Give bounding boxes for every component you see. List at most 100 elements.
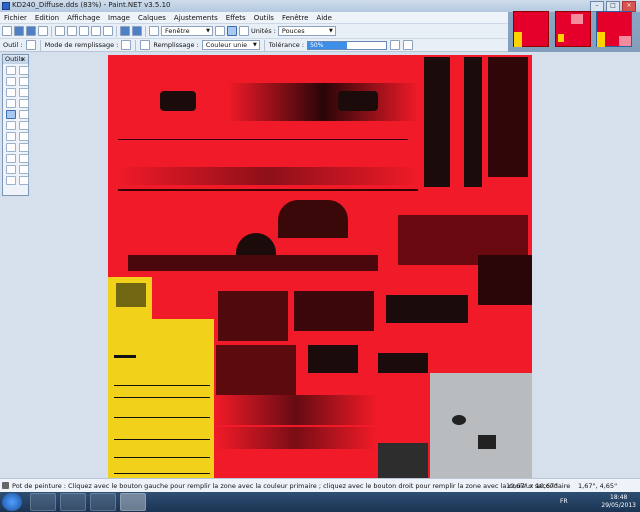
explorer-taskbar-button[interactable] xyxy=(30,493,56,511)
menu-calques[interactable]: Calques xyxy=(134,14,170,22)
rectangle-select-tool-icon[interactable] xyxy=(6,66,16,75)
new-file-icon[interactable] xyxy=(2,26,12,36)
zoom-in-icon[interactable] xyxy=(215,26,225,36)
blend-mode-icon[interactable] xyxy=(403,40,414,50)
texture-dark-strip xyxy=(128,255,378,271)
antialiasing-icon[interactable] xyxy=(390,40,401,50)
image-canvas[interactable] xyxy=(108,55,532,479)
main-toolbar: Fenêtre ▼ Unités : Pouces ▼ xyxy=(0,23,508,38)
menu-bar: Fichier Edition Affichage Image Calques … xyxy=(0,12,508,23)
ruler-icon[interactable] xyxy=(239,26,249,36)
start-button[interactable] xyxy=(2,493,22,511)
texture-line xyxy=(114,385,210,386)
toolbar-separator xyxy=(135,39,137,51)
taskbar: FR 18:48 29/05/2013 xyxy=(0,492,640,512)
texture-shadow-gradient xyxy=(216,427,376,449)
zoom-tool-icon[interactable] xyxy=(19,88,29,97)
texture-dark-slot xyxy=(338,91,378,111)
paintnet-taskbar-button[interactable] xyxy=(120,493,146,511)
move-selected-tool-icon[interactable] xyxy=(19,77,29,86)
ellipse-select-tool-icon[interactable] xyxy=(6,88,16,97)
menu-outils[interactable]: Outils xyxy=(250,14,278,22)
redo-icon[interactable] xyxy=(132,26,142,36)
menu-aide[interactable]: Aide xyxy=(312,14,335,22)
image-thumbnail-1[interactable] xyxy=(513,11,549,47)
texture-line xyxy=(118,189,418,191)
menu-fichier[interactable]: Fichier xyxy=(0,14,31,22)
clone-stamp-tool-icon[interactable] xyxy=(6,143,16,152)
color-picker-tool-icon[interactable] xyxy=(19,132,29,141)
units-select[interactable]: Pouces ▼ xyxy=(277,26,336,36)
pan-tool-icon[interactable] xyxy=(19,99,29,108)
deselect-icon[interactable] xyxy=(103,26,113,36)
gradient-tool-icon[interactable] xyxy=(19,110,29,119)
fill-mode-label: Mode de remplissage : xyxy=(44,41,119,49)
fill-select[interactable]: Couleur unie ▼ xyxy=(201,40,260,50)
paintbrush-tool-icon[interactable] xyxy=(6,121,16,130)
toolbar-separator xyxy=(263,39,265,51)
units-select-value: Pouces xyxy=(281,27,305,35)
menu-affichage[interactable]: Affichage xyxy=(63,14,104,22)
zoom-select[interactable]: Fenêtre ▼ xyxy=(161,26,213,36)
tool-label: Outil : xyxy=(3,41,23,49)
texture-line xyxy=(114,417,210,418)
fill-mode-icon[interactable] xyxy=(121,40,132,50)
paste-icon[interactable] xyxy=(79,26,89,36)
freeform-shape-tool-icon[interactable] xyxy=(19,176,29,185)
status-bar: Pot de peinture : Cliquez avec le bouton… xyxy=(0,478,640,492)
line-curve-tool-icon[interactable] xyxy=(19,154,29,163)
fill-icon xyxy=(140,40,151,50)
magic-wand-tool-icon[interactable] xyxy=(6,99,16,108)
tolerance-slider[interactable]: 50% xyxy=(307,40,388,50)
texture-grey-panel xyxy=(430,373,532,479)
menu-ajustements[interactable]: Ajustements xyxy=(170,14,222,22)
cut-icon[interactable] xyxy=(55,26,65,36)
undo-icon[interactable] xyxy=(120,26,130,36)
clock[interactable]: 18:48 29/05/2013 xyxy=(601,494,636,510)
zoom-out-icon[interactable] xyxy=(149,26,159,36)
text-tool-icon[interactable] xyxy=(6,154,16,163)
tools-window-close-button[interactable]: × xyxy=(21,55,26,64)
texture-dark-slot xyxy=(160,91,196,111)
menu-effets[interactable]: Effets xyxy=(222,14,250,22)
eraser-tool-icon[interactable] xyxy=(19,121,29,130)
texture-yellow-panel xyxy=(108,319,214,479)
paintnet-icon xyxy=(2,2,10,10)
open-file-icon[interactable] xyxy=(14,26,24,36)
texture-dark-block xyxy=(488,57,528,177)
paint-bucket-tool-icon[interactable] xyxy=(6,110,16,119)
image-thumbnail-2[interactable] xyxy=(555,11,591,47)
ellipse-tool-icon[interactable] xyxy=(6,176,16,185)
texture-decal xyxy=(116,283,146,307)
recolor-tool-icon[interactable] xyxy=(19,143,29,152)
window-title: KD240_Diffuse.dds (83%) - Paint.NET v3.5… xyxy=(12,1,171,9)
cursor-position: 1,67", 4,65" xyxy=(578,482,618,490)
language-indicator[interactable]: FR xyxy=(560,498,568,505)
internet-explorer-taskbar-button[interactable] xyxy=(90,493,116,511)
menu-fenetre[interactable]: Fenêtre xyxy=(278,14,312,22)
texture-shadow-gradient xyxy=(118,167,418,185)
move-selection-tool-icon[interactable] xyxy=(19,66,29,75)
grid-icon[interactable] xyxy=(227,26,237,36)
texture-shadow-gradient xyxy=(216,395,376,425)
texture-decal xyxy=(452,415,466,425)
image-thumbnail-3[interactable] xyxy=(596,11,632,47)
texture-dark-panel xyxy=(378,353,428,373)
toolbar-separator xyxy=(39,39,41,51)
menu-image[interactable]: Image xyxy=(104,14,134,22)
crop-icon[interactable] xyxy=(91,26,101,36)
copy-icon[interactable] xyxy=(67,26,77,36)
texture-dark-dome xyxy=(278,200,348,238)
save-icon[interactable] xyxy=(26,26,36,36)
rounded-rectangle-tool-icon[interactable] xyxy=(19,165,29,174)
menu-edition[interactable]: Edition xyxy=(31,14,63,22)
pencil-tool-icon[interactable] xyxy=(6,132,16,141)
media-player-taskbar-button[interactable] xyxy=(60,493,86,511)
texture-line xyxy=(114,457,210,458)
status-message: Pot de peinture : Cliquez avec le bouton… xyxy=(12,482,571,490)
print-icon[interactable] xyxy=(38,26,48,36)
paint-bucket-icon[interactable] xyxy=(25,40,36,50)
lasso-select-tool-icon[interactable] xyxy=(6,77,16,86)
rectangle-tool-icon[interactable] xyxy=(6,165,16,174)
tool-options-bar: Outil : Mode de remplissage : Remplissag… xyxy=(0,38,508,52)
